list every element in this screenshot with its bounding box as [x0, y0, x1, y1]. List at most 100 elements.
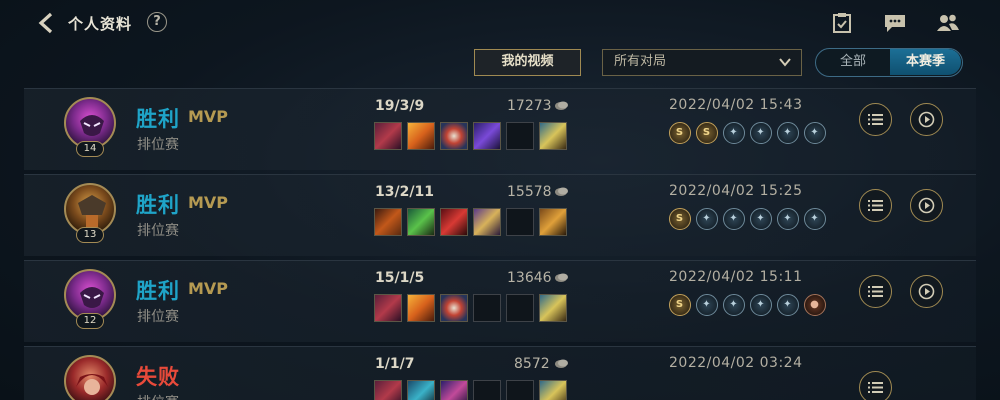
gold-coin-icon [555, 101, 568, 110]
item-trinket-totem[interactable] [539, 122, 567, 150]
item-trinket-totem[interactable] [539, 380, 567, 400]
achievement-badge: ✦ [804, 208, 826, 230]
achievement-badge: ✦ [696, 294, 718, 316]
match-result: 胜利 [136, 279, 180, 303]
achievement-badge: ✦ [723, 208, 745, 230]
list-icon [868, 200, 883, 211]
achievement-badge: ✦ [777, 294, 799, 316]
page-title: 个人资料 [68, 15, 133, 33]
achievement-badge: ✦ [777, 122, 799, 144]
item-trinket-totem[interactable] [539, 294, 567, 322]
item-slot-empty[interactable] [473, 294, 501, 322]
item-purple-staff[interactable] [440, 380, 468, 400]
gold-coin-icon [555, 359, 568, 368]
item-crest-shield[interactable] [440, 294, 468, 322]
item-red-blade[interactable] [374, 294, 402, 322]
item-slot-empty[interactable] [506, 380, 534, 400]
item-red-blade[interactable] [374, 380, 402, 400]
kda-score: 19/3/9 [375, 98, 425, 114]
replay-play-icon [918, 197, 935, 214]
kda-score: 13/2/11 [375, 184, 434, 200]
match-row[interactable]: 12 胜利 MVP 排位赛 15/1/5 13646 2022/04/02 15… [24, 260, 976, 342]
replay-button[interactable] [910, 275, 943, 308]
champion-level-badge: 12 [76, 313, 104, 329]
item-red-hammer[interactable] [440, 208, 468, 236]
match-date: 2022/04/02 15:25 [669, 183, 803, 199]
replay-play-icon [918, 111, 935, 128]
champion-level-badge: 13 [76, 227, 104, 243]
back-chevron-icon[interactable] [36, 12, 58, 34]
match-result: 胜利 [136, 193, 180, 217]
kda-score: 15/1/5 [375, 270, 425, 286]
achievement-badge: ✦ [696, 208, 718, 230]
achievement-badge: ✦ [723, 122, 745, 144]
achievement-badge-gold: S [669, 208, 691, 230]
friends-icon[interactable] [936, 12, 960, 34]
achievement-badge: ✦ [777, 208, 799, 230]
gold-amount: 8572 [514, 356, 550, 372]
match-result: 胜利 [136, 107, 180, 131]
achievement-badge: ✦ [750, 122, 772, 144]
chevron-down-icon [779, 58, 791, 67]
queue-type: 排位赛 [137, 223, 179, 239]
segment-season-tab[interactable]: 本赛季 [890, 49, 961, 75]
match-details-button[interactable] [859, 371, 892, 400]
item-purple-staff[interactable] [473, 122, 501, 150]
help-icon[interactable]: ? [147, 12, 167, 32]
mvp-label: MVP [188, 193, 229, 212]
gold-coin-icon [555, 273, 568, 282]
achievement-badge: ✦ [723, 294, 745, 316]
segment-all-tab[interactable]: 全部 [816, 49, 890, 75]
mvp-label: MVP [188, 279, 229, 298]
item-slot-empty[interactable] [473, 380, 501, 400]
item-crest-shield[interactable] [440, 122, 468, 150]
achievement-badge: ✦ [750, 208, 772, 230]
match-row[interactable]: 14 胜利 MVP 排位赛 19/3/9 17273 2022/04/02 15… [24, 88, 976, 170]
queue-type: 排位赛 [137, 137, 179, 153]
item-gold-shield[interactable] [473, 208, 501, 236]
achievement-badge-gold: S [696, 122, 718, 144]
match-details-button[interactable] [859, 275, 892, 308]
achievement-badge: ✦ [750, 294, 772, 316]
gold-amount: 13646 [507, 270, 552, 286]
achievement-badge-gold: S [669, 294, 691, 316]
mvp-label: MVP [188, 107, 229, 126]
top-bar: 个人资料 ? [0, 0, 1000, 46]
match-filter-value: 所有对局 [614, 54, 667, 69]
match-filter-select[interactable]: 所有对局 [602, 49, 802, 76]
item-trinket-lens[interactable] [539, 208, 567, 236]
match-details-button[interactable] [859, 103, 892, 136]
achievement-badge-bronze: ● [804, 294, 826, 316]
gold-amount: 15578 [507, 184, 552, 200]
kda-score: 1/1/7 [375, 356, 415, 372]
list-icon [868, 286, 883, 297]
list-icon [868, 382, 883, 393]
gold-amount: 17273 [507, 98, 552, 114]
replay-button[interactable] [910, 189, 943, 222]
item-blue-orb[interactable] [407, 380, 435, 400]
gold-coin-icon [555, 187, 568, 196]
mission-clipboard-icon[interactable] [830, 12, 854, 34]
item-flame-sword[interactable] [407, 294, 435, 322]
match-date: 2022/04/02 15:43 [669, 97, 803, 113]
match-details-button[interactable] [859, 189, 892, 222]
chat-icon[interactable] [883, 12, 907, 34]
red-haired-champion-icon [64, 355, 116, 400]
replay-button[interactable] [910, 103, 943, 136]
item-flame-sword[interactable] [407, 122, 435, 150]
achievement-badge: ✦ [804, 122, 826, 144]
achievement-badge-gold: S [669, 122, 691, 144]
item-slot-empty[interactable] [506, 294, 534, 322]
item-green-bow[interactable] [407, 208, 435, 236]
item-fire-axe[interactable] [374, 208, 402, 236]
replay-play-icon [918, 283, 935, 300]
item-slot-empty[interactable] [506, 208, 534, 236]
my-videos-button[interactable]: 我的视频 [474, 49, 581, 76]
match-date: 2022/04/02 03:24 [669, 355, 803, 371]
item-slot-empty[interactable] [506, 122, 534, 150]
item-red-blade[interactable] [374, 122, 402, 150]
match-row[interactable]: 13 胜利 MVP 排位赛 13/2/11 15578 2022/04/02 1… [24, 174, 976, 256]
match-result: 失败 [136, 365, 180, 389]
season-segment-control: 全部 本赛季 [815, 48, 963, 77]
match-row[interactable]: 失败 排位赛 1/1/7 8572 2022/04/02 03:24 [24, 346, 976, 400]
